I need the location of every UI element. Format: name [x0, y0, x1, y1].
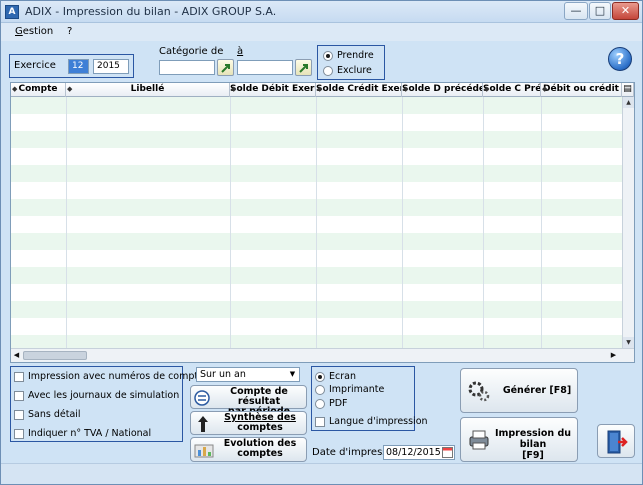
grid-settings-icon[interactable]: ▤ [622, 83, 634, 97]
output-group: Ecran Imprimante PDF Langue d'impression [311, 366, 428, 431]
grid-header: ◆Compte ◆Libellé ◆Solde Débit Exercice ◆… [11, 83, 634, 97]
generer-button[interactable]: Générer [F8] [460, 368, 578, 413]
exercice-group: Exercice 12 2015 [9, 54, 134, 78]
period-select[interactable]: Sur un an ▼ [196, 367, 300, 382]
print-options-group: Impression avec numéros de comptes Avec … [10, 366, 209, 442]
scroll-left-icon[interactable]: ◀ [11, 350, 22, 361]
close-button[interactable]: ✕ [612, 2, 639, 20]
categorie-to-lookup-button[interactable] [295, 59, 312, 76]
categorie-from-input[interactable] [159, 60, 215, 75]
column-divider [230, 97, 231, 348]
column-header-libelle[interactable]: ◆ Libellé [66, 83, 230, 97]
compte-resultat-button[interactable]: Compte de résultatpar période [190, 385, 307, 417]
vertical-scrollbar[interactable]: ▲ ▼ [622, 97, 634, 348]
calendar-icon[interactable] [442, 447, 453, 458]
minimize-button[interactable]: — [564, 2, 588, 20]
filter-radio-group: Prendre Exclure [317, 45, 385, 80]
column-header-solde-d-precedent[interactable]: ◆Solde D précédent [402, 83, 483, 97]
radio-button[interactable] [323, 66, 333, 76]
checkbox[interactable] [14, 429, 24, 439]
lookup-arrow-icon [221, 64, 230, 73]
impression-bilan-button[interactable]: Impression du bilan [F9] [460, 417, 578, 462]
evolution-button[interactable]: Evolution des comptes [190, 437, 307, 462]
help-icon[interactable]: ? [608, 47, 632, 71]
menu-gestion[interactable]: Gestion [15, 26, 53, 37]
column-divider [66, 97, 67, 348]
column-header-solde-c-prec[interactable]: ◆ Solde C Préc [483, 83, 541, 97]
categorie-to-input[interactable] [237, 60, 293, 75]
title-bar[interactable]: A ADIX - Impression du bilan - ADIX GROU… [1, 1, 642, 23]
categorie-de-label: Catégorie de [159, 46, 224, 57]
categorie-a-label: à [237, 46, 244, 57]
checkbox[interactable] [14, 410, 24, 420]
radio-button[interactable] [315, 372, 325, 382]
column-header-solde-credit[interactable]: ◆Solde Crédit Exercice [316, 83, 402, 97]
column-header-debit-credit[interactable]: ◆ Débit ou crédit [541, 83, 622, 97]
exit-button[interactable] [597, 424, 635, 458]
chevron-down-icon[interactable]: ▼ [287, 369, 298, 380]
column-divider [316, 97, 317, 348]
menu-help[interactable]: ? [67, 26, 72, 37]
scroll-up-icon[interactable]: ▲ [623, 97, 634, 108]
scroll-down-icon[interactable]: ▼ [623, 337, 634, 348]
exit-door-icon [607, 430, 628, 454]
radio-button[interactable] [315, 385, 325, 395]
equal-icon [194, 390, 210, 406]
printer-icon [469, 430, 489, 450]
column-divider [541, 97, 542, 348]
column-divider [483, 97, 484, 348]
window-title: ADIX - Impression du bilan - ADIX GROUP … [25, 5, 277, 18]
radio-button[interactable] [315, 399, 325, 409]
merge-arrow-icon [198, 416, 208, 432]
date-impression-input[interactable]: 08/12/2015 [383, 445, 455, 460]
radio-button[interactable] [323, 51, 333, 61]
column-header-solde-debit[interactable]: ◆Solde Débit Exercice [230, 83, 316, 97]
chart-icon [194, 444, 214, 458]
main-window: A ADIX - Impression du bilan - ADIX GROU… [0, 0, 643, 485]
checkbox[interactable] [14, 391, 24, 401]
exercice-month-input[interactable]: 12 [68, 59, 89, 74]
app-icon: A [5, 5, 19, 19]
checkbox[interactable] [14, 372, 24, 382]
maximize-button[interactable]: □ [589, 2, 611, 20]
categorie-from-lookup-button[interactable] [217, 59, 234, 76]
accounts-grid[interactable]: ◆Compte ◆Libellé ◆Solde Débit Exercice ◆… [10, 82, 635, 363]
menu-bar: Gestion ? [1, 23, 642, 41]
status-bar [1, 463, 642, 484]
checkbox[interactable] [315, 417, 325, 427]
scroll-thumb[interactable] [23, 351, 87, 360]
exercice-year-input[interactable]: 2015 [93, 59, 129, 74]
lookup-arrow-icon [299, 64, 308, 73]
horizontal-scrollbar[interactable]: ◀ ▶ [11, 348, 634, 362]
column-divider [402, 97, 403, 348]
scroll-right-icon[interactable]: ▶ [608, 350, 619, 361]
column-header-compte[interactable]: ◆ Compte [11, 83, 66, 97]
synthese-button[interactable]: Synthèse des comptes [190, 411, 307, 435]
gears-icon [468, 381, 490, 402]
exercice-label: Exercice [14, 60, 56, 71]
